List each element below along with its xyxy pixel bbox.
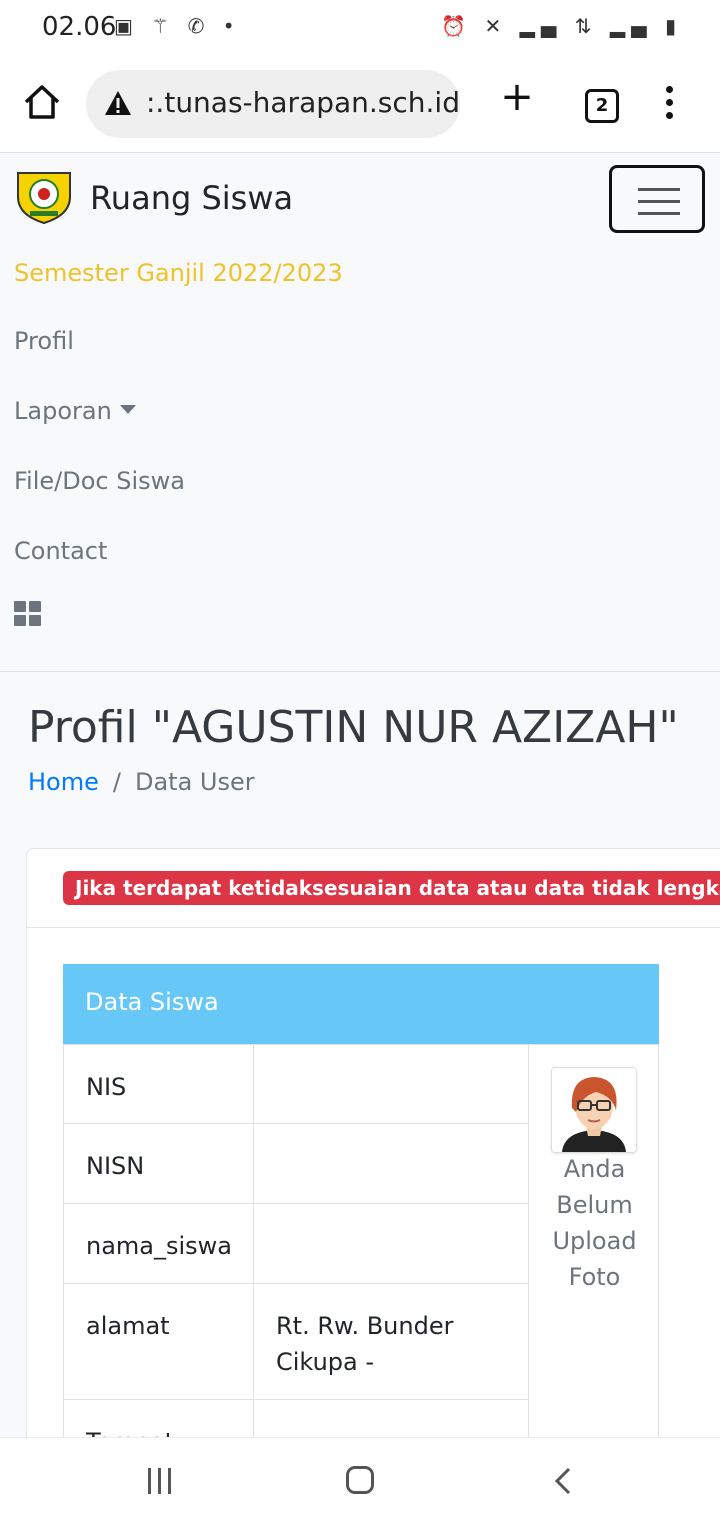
warning-icon[interactable] [104,90,132,116]
dot-icon: • [222,14,241,38]
signal-icon: ▂▄ [519,14,563,38]
alarm-icon: ⏰ [441,14,473,38]
4g-icon: ⇅ [574,14,598,38]
home-icon[interactable] [22,82,62,122]
home-button-icon[interactable] [346,1466,374,1494]
nav-link-laporan[interactable]: Laporan [14,397,136,425]
photo-cell: Anda Belum Upload Foto [528,1044,659,1469]
grid-icon[interactable] [14,601,42,627]
magic-icon: ⚚ [151,14,176,38]
breadcrumb-home-link[interactable]: Home [28,768,99,796]
alert-badge: Jika terdapat ketidaksesuaian data atau … [63,871,720,905]
semester-label: Semester Ganjil 2022/2023 [14,259,343,287]
nav-link-contact[interactable]: Contact [14,537,107,565]
status-right-icons: ⏰ ✕ ▂▄ ⇅ ▂▄ ▮ [441,14,682,38]
page-title: Profil "AGUSTIN NUR AZIZAH" [28,702,679,753]
school-logo[interactable] [12,167,76,225]
row-label: NISN [86,1152,145,1180]
table-row-nama-value [253,1203,529,1284]
table-row-alamat-value: Rt. Rw. Bunder Cikupa - [253,1283,529,1400]
nav-link-laporan-label[interactable]: Laporan [14,397,112,425]
breadcrumb-separator: / [112,768,121,796]
new-tab-button[interactable]: + [500,77,534,117]
table-header: Data Siswa [63,964,659,1044]
profile-card: Jika terdapat ketidaksesuaian data atau … [26,848,720,1470]
table-title: Data Siswa [85,988,219,1016]
tab-switcher-button[interactable]: 2 [585,89,619,123]
status-bar: 02.06 ▣ ⚚ ✆ • ⏰ ✕ ▂▄ ⇅ ▂▄ ▮ [0,0,720,56]
table-row-nisn-label: NISN [63,1123,254,1204]
more-menu-icon[interactable] [662,86,676,122]
signal-icon: ▂▄ [609,14,653,38]
navbar-toggler-button[interactable] [609,165,705,233]
table-row-nis-value [253,1044,529,1124]
browser-toolbar: :.tunas-harapan.sch.id + 2 [0,56,720,153]
breadcrumb-current: Data User [134,768,255,796]
status-time: 02.06 [42,12,117,42]
caret-down-icon[interactable] [119,404,136,414]
table-row-nama-label: nama_siswa [63,1203,254,1284]
battery-icon: ▮ [664,14,682,38]
breadcrumb: Home / Data User [28,768,255,796]
call-icon: ✆ [187,14,211,38]
row-label: nama_siswa [86,1232,233,1260]
table-row-nisn-value [253,1123,529,1204]
row-label: alamat [86,1312,170,1340]
card-header: Jika terdapat ketidaksesuaian data atau … [27,849,720,928]
nav-link-file-doc[interactable]: File/Doc Siswa [14,467,185,495]
url-text[interactable]: :.tunas-harapan.sch.id [146,86,460,119]
recent-apps-icon[interactable] [146,1468,174,1494]
nav-link-profil[interactable]: Profil [14,327,74,355]
address-bar[interactable]: :.tunas-harapan.sch.id [86,70,460,138]
system-nav-bar [0,1437,720,1521]
row-value: Rt. Rw. Bunder Cikupa - [276,1312,454,1376]
photo-missing-text: Anda Belum Upload Foto [552,1155,637,1291]
back-icon[interactable] [552,1466,574,1496]
site-navbar: Ruang Siswa Semester Ganjil 2022/2023 Pr… [0,153,720,672]
row-label: NIS [86,1073,127,1101]
table-row-alamat-label: alamat [63,1283,254,1400]
table-row-nis-label: NIS [63,1044,254,1124]
brand-name[interactable]: Ruang Siswa [90,179,293,217]
mute-icon: ✕ [484,14,508,38]
avatar-placeholder-icon [552,1068,636,1152]
avatar [551,1067,637,1153]
status-left-icons: ▣ ⚚ ✆ • [114,14,240,38]
image-icon: ▣ [114,14,139,38]
